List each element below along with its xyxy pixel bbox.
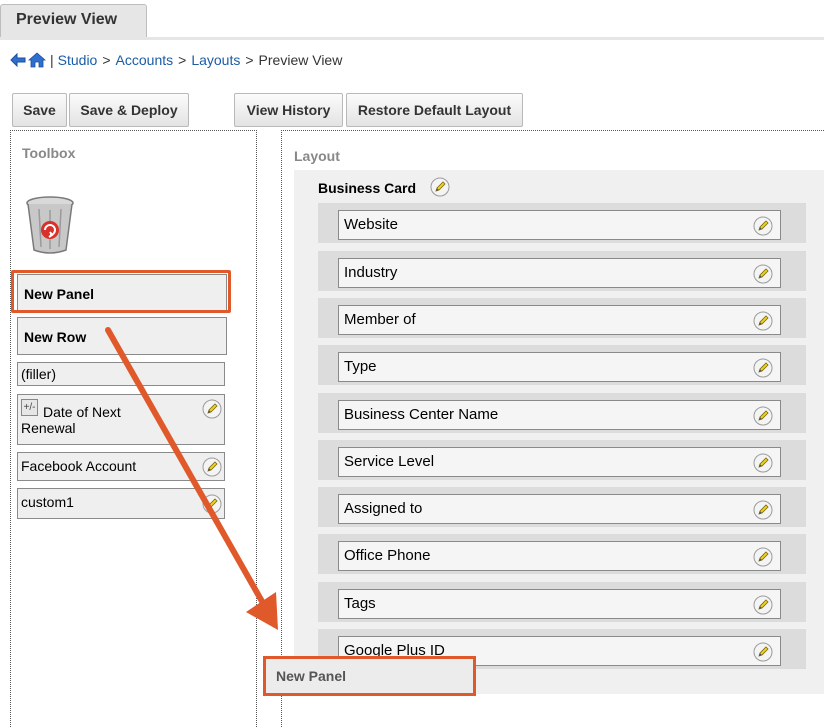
back-arrow-icon[interactable] — [10, 53, 26, 67]
tab-underline — [0, 37, 824, 40]
pencil-icon[interactable] — [753, 595, 773, 615]
save-deploy-button[interactable]: Save & Deploy — [69, 93, 189, 127]
toolbox-new-row[interactable]: New Row — [17, 317, 227, 355]
pencil-icon[interactable] — [430, 177, 450, 197]
field-label: Member of — [344, 311, 416, 328]
field-label: Industry — [344, 264, 398, 281]
toolbox-item-label: custom1 — [21, 494, 74, 510]
field-industry[interactable]: Industry — [338, 258, 781, 288]
view-history-button[interactable]: View History — [234, 93, 343, 127]
field-office-phone[interactable]: Office Phone — [338, 541, 781, 571]
field-member-of[interactable]: Member of — [338, 305, 781, 335]
breadcrumb-chevron: > — [178, 52, 187, 68]
save-button[interactable]: Save — [12, 93, 67, 127]
highlight-new-panel — [11, 270, 231, 313]
layout-title: Layout — [294, 148, 340, 164]
pencil-icon[interactable] — [753, 642, 773, 662]
field-label: Business Center Name — [344, 406, 499, 423]
field-label: Office Phone — [344, 547, 431, 564]
toolbox-item-label: Facebook Account — [21, 458, 137, 474]
field-business-center-name[interactable]: Business Center Name — [338, 400, 781, 430]
tab-preview-view[interactable]: Preview View — [0, 4, 147, 38]
breadcrumb: | Studio > Accounts > Layouts > Preview … — [10, 52, 342, 68]
toolbox-date-of-next-renewal[interactable]: +/- Date of Next Renewal — [17, 394, 225, 445]
toolbox-filler[interactable]: (filler) — [17, 362, 225, 386]
pencil-icon[interactable] — [753, 406, 773, 426]
toolbox-item-label: Date of Next Renewal — [21, 404, 121, 436]
breadcrumb-layouts[interactable]: Layouts — [191, 52, 240, 68]
field-label: Website — [344, 216, 398, 233]
toolbox-facebook-account[interactable]: Facebook Account — [17, 452, 225, 481]
pencil-icon[interactable] — [753, 358, 773, 378]
breadcrumb-current: Preview View — [258, 52, 343, 68]
field-website[interactable]: Website — [338, 210, 781, 240]
pencil-icon[interactable] — [753, 311, 773, 331]
toolbox-item-label: (filler) — [21, 366, 56, 382]
toolbox-title: Toolbox — [22, 145, 76, 161]
tab-label: Preview View — [16, 11, 118, 28]
breadcrumb-accounts[interactable]: Accounts — [116, 52, 174, 68]
field-label: Type — [344, 358, 377, 375]
field-label: Assigned to — [344, 500, 423, 517]
home-icon[interactable] — [28, 52, 46, 68]
breadcrumb-chevron: > — [245, 52, 254, 68]
field-tags[interactable]: Tags — [338, 589, 781, 619]
pencil-icon[interactable] — [202, 457, 222, 477]
pencil-icon[interactable] — [202, 494, 222, 514]
toolbox-item-label: New Row — [24, 329, 87, 345]
pencil-icon[interactable] — [753, 500, 773, 520]
pencil-icon[interactable] — [753, 453, 773, 473]
field-assigned-to[interactable]: Assigned to — [338, 494, 781, 524]
pencil-icon[interactable] — [753, 264, 773, 284]
pencil-icon[interactable] — [753, 216, 773, 236]
pencil-icon[interactable] — [753, 547, 773, 567]
pencil-icon[interactable] — [202, 399, 222, 419]
breadcrumb-separator: | — [50, 52, 54, 68]
field-service-level[interactable]: Service Level — [338, 447, 781, 477]
field-label: Tags — [344, 595, 376, 612]
breadcrumb-studio[interactable]: Studio — [58, 52, 98, 68]
field-type[interactable]: Type — [338, 352, 781, 382]
toolbox-custom1[interactable]: custom1 — [17, 488, 225, 519]
breadcrumb-chevron: > — [102, 52, 111, 68]
recycle-bin-icon[interactable] — [25, 195, 75, 255]
restore-default-layout-button[interactable]: Restore Default Layout — [346, 93, 523, 127]
dropped-new-panel[interactable]: New Panel — [263, 656, 476, 696]
field-label: Service Level — [344, 453, 435, 470]
panel-title: Business Card — [318, 180, 417, 196]
dropped-panel-label: New Panel — [276, 668, 347, 684]
